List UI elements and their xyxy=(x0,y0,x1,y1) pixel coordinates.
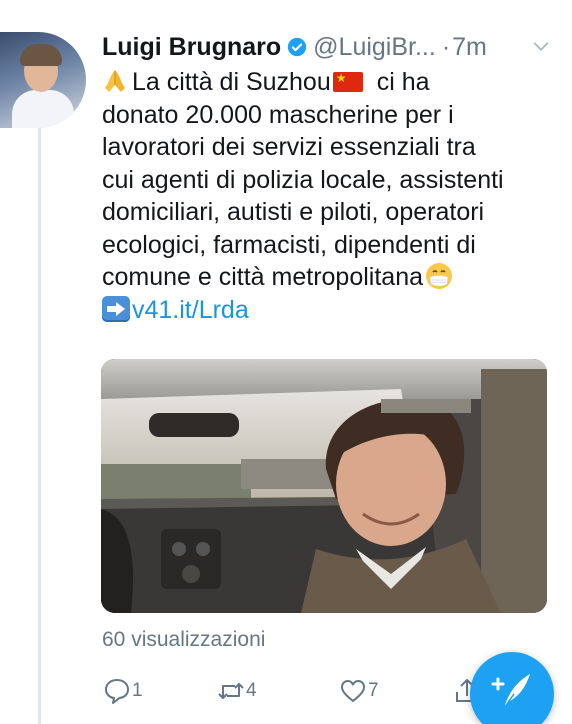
china-flag-emoji-icon xyxy=(332,68,363,92)
tweet-link-line: v41.it/Lrda xyxy=(102,294,562,327)
face-with-medical-mask-emoji-icon xyxy=(426,263,453,289)
folded-hands-emoji-icon xyxy=(105,70,125,92)
reply-icon xyxy=(105,679,129,704)
separator-dot: · xyxy=(441,32,451,61)
tweet-text-line-5: domiciliari, autisti e piloti, operatori xyxy=(102,198,485,226)
avatar-shirt xyxy=(12,90,74,128)
author-handle[interactable]: @LuigiBr... xyxy=(313,33,436,62)
retweet-count: 4 xyxy=(246,680,257,701)
compose-tweet-icon xyxy=(491,674,530,709)
tweet-text-line-1: La città di Suzhou xyxy=(132,68,331,96)
tweet-text-line-6: ecologici, farmacisti, dipendenti di xyxy=(102,230,476,259)
compose-tweet-button[interactable] xyxy=(470,652,554,724)
tweet-text: La città di Suzhou ci ha donato 20.000 ma… xyxy=(102,66,562,326)
thread-line xyxy=(38,128,41,724)
avatar[interactable] xyxy=(0,32,86,128)
chevron-down-icon[interactable] xyxy=(532,38,550,56)
car-interior-photo xyxy=(101,359,547,613)
like-button[interactable]: 7 xyxy=(338,674,379,708)
reply-button[interactable]: 1 xyxy=(102,674,143,708)
timestamp[interactable]: 7m xyxy=(452,33,487,62)
heart-icon xyxy=(341,680,365,702)
tweet-screen: Luigi Brugnaro @LuigiBr... · 7m La città… xyxy=(0,0,572,724)
tweet-text-line-3: lavoratori dei servizi essenziali tra xyxy=(102,133,476,161)
tweet-line-1: La città di Suzhou ci ha xyxy=(102,66,562,99)
right-arrow-emoji-icon xyxy=(102,295,130,322)
view-count[interactable]: 60 visualizzazioni xyxy=(102,628,265,652)
tweet-text-line-7: comune e città metropolitana xyxy=(102,263,424,291)
author-name[interactable]: Luigi Brugnaro xyxy=(102,33,281,62)
tweet-header: Luigi Brugnaro @LuigiBr... · 7m xyxy=(102,30,562,64)
like-count: 7 xyxy=(368,680,379,701)
tweet-line-7: comune e città metropolitana xyxy=(102,261,562,294)
reply-count: 1 xyxy=(132,680,143,701)
retweet-button[interactable]: 4 xyxy=(216,674,257,708)
avatar-hair xyxy=(20,44,62,66)
tweet-text-line-1b: ci ha xyxy=(376,68,430,96)
retweet-icon xyxy=(218,683,244,699)
tweet-text-line-2: donato 20.000 mascherine per i xyxy=(102,100,454,129)
tweet-text-line-4: cui agenti di polizia locale, assistenti xyxy=(102,165,504,194)
tweet-media-photo[interactable] xyxy=(101,359,547,613)
tweet-link[interactable]: v41.it/Lrda xyxy=(132,296,249,324)
verified-badge-icon xyxy=(287,37,307,57)
